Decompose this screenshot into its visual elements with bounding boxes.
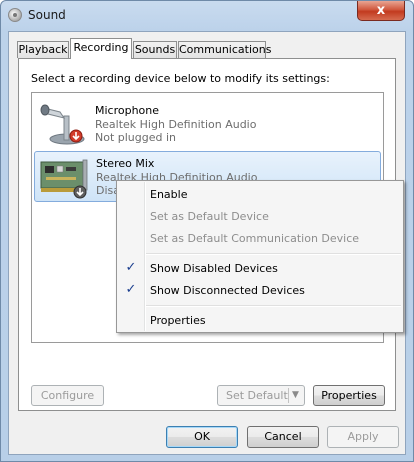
menu-item-show-disconnected-devices[interactable]: Show Disconnected Devices bbox=[150, 284, 305, 297]
instructions-text: Select a recording device below to modif… bbox=[31, 72, 330, 85]
ok-button[interactable]: OK bbox=[166, 426, 238, 448]
device-name: Microphone bbox=[95, 104, 160, 117]
chevron-down-icon[interactable]: ▼ bbox=[292, 386, 299, 405]
menu-item-set-default-device[interactable]: Set as Default Device bbox=[150, 210, 269, 223]
checkmark-icon: ✓ bbox=[125, 260, 137, 275]
device-name: Stereo Mix bbox=[96, 157, 155, 170]
menu-item-properties[interactable]: Properties bbox=[150, 314, 206, 327]
menu-item-enable[interactable]: Enable bbox=[150, 188, 187, 201]
title-bar[interactable]: Sound x bbox=[1, 1, 413, 31]
menu-item-show-disabled-devices[interactable]: Show Disabled Devices bbox=[150, 262, 278, 275]
device-status: Not plugged in bbox=[95, 131, 177, 144]
apply-button[interactable]: Apply bbox=[327, 426, 399, 448]
tab-recording[interactable]: Recording bbox=[70, 38, 132, 59]
context-menu: Enable Set as Default Device Set as Defa… bbox=[116, 180, 404, 333]
menu-separator bbox=[146, 253, 401, 255]
split-divider bbox=[288, 388, 289, 403]
tab-sounds[interactable]: Sounds bbox=[133, 41, 177, 58]
set-default-button[interactable]: Set Default ▼ bbox=[217, 385, 305, 406]
menu-separator bbox=[146, 305, 401, 307]
checkmark-icon: ✓ bbox=[125, 282, 137, 297]
menu-item-set-default-communication-device[interactable]: Set as Default Communication Device bbox=[150, 232, 359, 245]
configure-button[interactable]: Configure bbox=[31, 385, 104, 406]
set-default-label: Set Default bbox=[226, 389, 288, 402]
tab-playback[interactable]: Playback bbox=[17, 41, 69, 58]
cancel-button[interactable]: Cancel bbox=[247, 426, 319, 448]
properties-button[interactable]: Properties bbox=[313, 385, 385, 406]
window-title: Sound bbox=[28, 8, 66, 22]
sound-card-icon bbox=[40, 159, 88, 199]
device-item-microphone[interactable]: Microphone Realtek High Definition Audio… bbox=[34, 98, 381, 149]
microphone-icon bbox=[40, 104, 85, 145]
speaker-icon bbox=[8, 8, 22, 22]
close-button[interactable]: x bbox=[357, 1, 405, 21]
device-driver: Realtek High Definition Audio bbox=[95, 118, 257, 131]
tab-communications[interactable]: Communications bbox=[178, 41, 271, 58]
